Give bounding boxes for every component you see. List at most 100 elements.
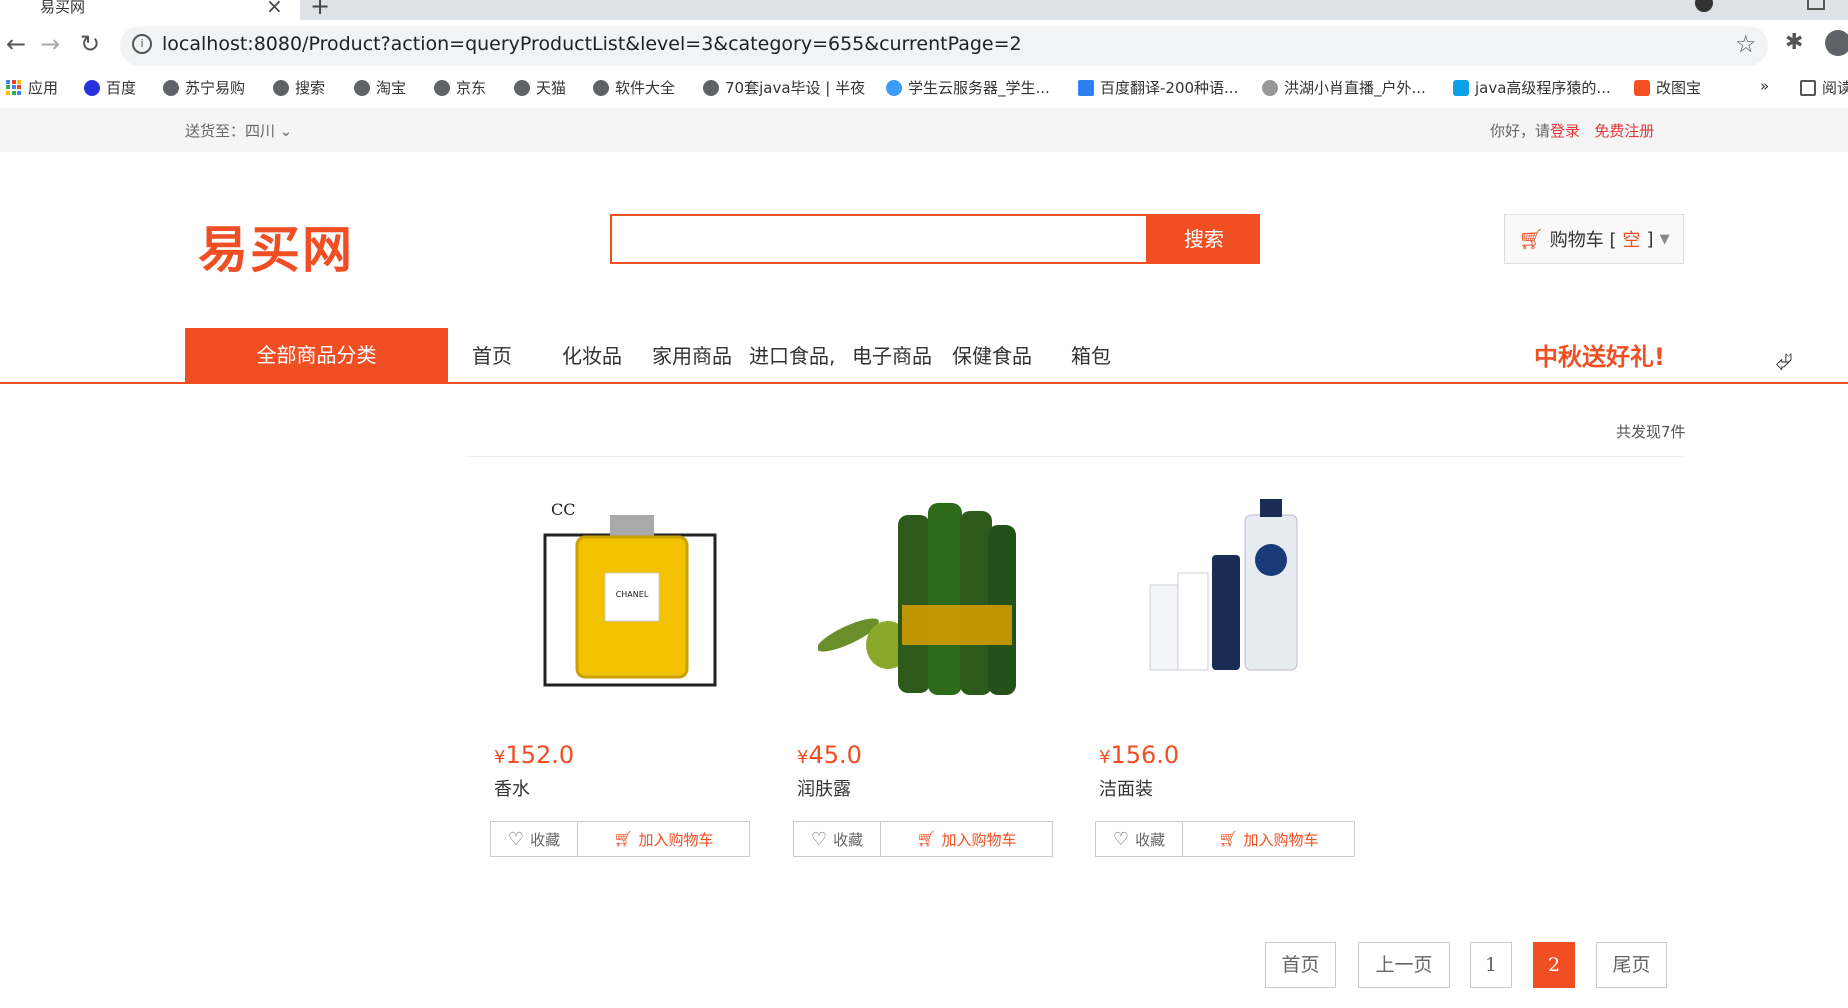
add-to-cart-button[interactable]: 🛒︎ 加入购物车 [578, 822, 749, 856]
heart-icon: ♡ [507, 828, 525, 850]
cart-label: 购物车 [ [1549, 230, 1617, 251]
heart-icon: ♡ [810, 828, 828, 850]
globe-icon [593, 79, 609, 96]
product-name[interactable]: 润肤露 [797, 775, 851, 801]
baidu-paw-icon [84, 79, 100, 96]
bookmark-gaitubao[interactable]: 改图宝 [1634, 77, 1701, 98]
add-to-cart-button[interactable]: 🛒︎ 加入购物车 [1183, 822, 1354, 856]
tab-title: 易买网 [40, 0, 86, 16]
globe-icon [273, 79, 289, 96]
bookmark-tmall[interactable]: 天猫 [514, 77, 566, 98]
extensions-icon[interactable]: ✱ [1785, 30, 1803, 55]
favorite-button[interactable]: ♡ 收藏 [1096, 822, 1183, 856]
nav-home[interactable]: 首页 [472, 340, 512, 369]
page-2-button[interactable]: 2 [1533, 942, 1575, 988]
all-categories-button[interactable]: 全部商品分类 [185, 328, 448, 382]
ship-to-selector[interactable]: 送货至：四川 ⌄ [185, 120, 292, 141]
bookmark-suning[interactable]: 苏宁易购 [163, 77, 245, 98]
perfume-image[interactable]: CC CHANEL [515, 485, 725, 720]
caret-down-icon: ▼ [1659, 231, 1670, 247]
product-name[interactable]: 洁面装 [1099, 775, 1153, 801]
bilibili-icon [1453, 79, 1469, 96]
product-card: ¥45.0 润肤露 ♡ 收藏 🛒︎ 加入购物车 [793, 485, 1055, 865]
site-logo[interactable]: 易买网 [198, 210, 354, 282]
tab-close-icon[interactable]: × [266, 0, 283, 18]
apps-grid-icon [6, 79, 22, 96]
nav-electronics[interactable]: 电子商品 [852, 340, 932, 369]
cart-label-close: ] [1646, 228, 1654, 250]
cart-empty-label: 空 [1622, 230, 1641, 251]
nav-household[interactable]: 家用商品 [652, 340, 732, 369]
prev-page-button[interactable]: 上一页 [1358, 942, 1450, 988]
back-icon[interactable]: ← [6, 30, 26, 58]
add-to-cart-button[interactable]: 🛒︎ 加入购物车 [881, 822, 1052, 856]
bookmark-student-cloud[interactable]: 学生云服务器_学生... [886, 77, 1050, 98]
last-page-button[interactable]: 尾页 [1596, 942, 1667, 988]
bookmark-baidu-translate[interactable]: 百度翻译-200种语... [1078, 77, 1238, 98]
cart-button[interactable]: 🛒︎ 购物车 [空] ▼ [1504, 214, 1684, 264]
bookmark-star-icon[interactable]: ☆ [1735, 30, 1757, 58]
page-1-button[interactable]: 1 [1470, 942, 1512, 988]
face-wash-set-image[interactable] [1120, 485, 1330, 720]
search-input[interactable] [610, 214, 1148, 264]
login-link[interactable]: 登录 [1550, 122, 1580, 140]
feather-icon [1262, 79, 1278, 96]
product-card: CC CHANEL ¥152.0 香水 ♡ 收藏 🛒︎ 加入购物车 [490, 485, 752, 865]
nav-health-food[interactable]: 保健食品 [952, 340, 1032, 369]
first-page-button[interactable]: 首页 [1265, 942, 1336, 988]
bookmark-java-advanced[interactable]: java高级程序猿的... [1453, 77, 1611, 98]
svg-text:CHANEL: CHANEL [616, 590, 649, 599]
product-actions: ♡ 收藏 🛒︎ 加入购物车 [793, 821, 1053, 857]
product-name[interactable]: 香水 [494, 775, 530, 801]
bookmark-software[interactable]: 软件大全 [593, 77, 675, 98]
divider [466, 456, 1685, 457]
reading-list-icon [1800, 79, 1816, 96]
mouse-cursor-icon: ⮰ [1775, 350, 1793, 375]
product-price: ¥156.0 [1099, 741, 1180, 769]
forward-icon[interactable]: → [40, 30, 60, 58]
bookmark-search[interactable]: 搜索 [273, 77, 325, 98]
product-card: ¥156.0 洁面装 ♡ 收藏 🛒︎ 加入购物车 [1095, 485, 1357, 865]
bookmark-apps[interactable]: 应用 [6, 77, 58, 98]
url-text[interactable]: localhost:8080/Product?action=queryProdu… [162, 33, 1022, 55]
mid-autumn-promo[interactable]: 中秋送好礼! [1534, 337, 1665, 372]
bookmark-baidu[interactable]: 百度 [84, 77, 136, 98]
globe-icon [703, 79, 719, 96]
login-links: 你好，请登录 免费注册 [1490, 122, 1655, 140]
nav-imported-food[interactable]: 进口食品, [749, 340, 835, 369]
profile-avatar[interactable] [1825, 30, 1848, 56]
product-actions: ♡ 收藏 🛒︎ 加入购物车 [1095, 821, 1355, 857]
globe-icon [163, 79, 179, 96]
new-tab-icon[interactable]: + [310, 0, 330, 20]
bookmark-taobao[interactable]: 淘宝 [354, 77, 406, 98]
product-actions: ♡ 收藏 🛒︎ 加入购物车 [490, 821, 750, 857]
olive-oil-image[interactable] [818, 485, 1028, 720]
result-count: 共发现7件 [1616, 423, 1686, 441]
favorite-button[interactable]: ♡ 收藏 [491, 822, 578, 856]
cart-icon: 🛒︎ [1518, 227, 1544, 251]
chevron-down-icon: ⌄ [279, 122, 293, 140]
bookmark-java-projects[interactable]: 70套java毕设 | 半夜 [703, 77, 865, 98]
globe-icon [434, 79, 450, 96]
register-link[interactable]: 免费注册 [1594, 122, 1654, 140]
globe-icon [514, 79, 530, 96]
bookmark-live-stream[interactable]: 洪湖小肖直播_户外... [1262, 77, 1426, 98]
globe-icon [354, 79, 370, 96]
bookmark-jd[interactable]: 京东 [434, 77, 486, 98]
cart-icon: 🛒︎ [613, 830, 633, 848]
bookmarks-overflow[interactable]: » [1760, 77, 1769, 95]
site-info-icon[interactable]: i [132, 34, 152, 54]
window-restore-icon[interactable] [1807, 0, 1825, 10]
translate-icon [1078, 79, 1094, 96]
cloud-icon [886, 79, 902, 96]
reload-icon[interactable]: ↻ [80, 30, 100, 58]
cart-icon: 🛒︎ [1218, 830, 1238, 848]
search-button[interactable]: 搜索 [1148, 214, 1260, 264]
nav-bags[interactable]: 箱包 [1071, 340, 1111, 369]
favorite-button[interactable]: ♡ 收藏 [794, 822, 881, 856]
product-price: ¥152.0 [494, 741, 575, 769]
heart-icon: ♡ [1112, 828, 1130, 850]
gaitubao-icon [1634, 79, 1650, 96]
reading-list[interactable]: 阅读 [1800, 77, 1848, 98]
nav-cosmetics[interactable]: 化妆品 [562, 340, 622, 369]
